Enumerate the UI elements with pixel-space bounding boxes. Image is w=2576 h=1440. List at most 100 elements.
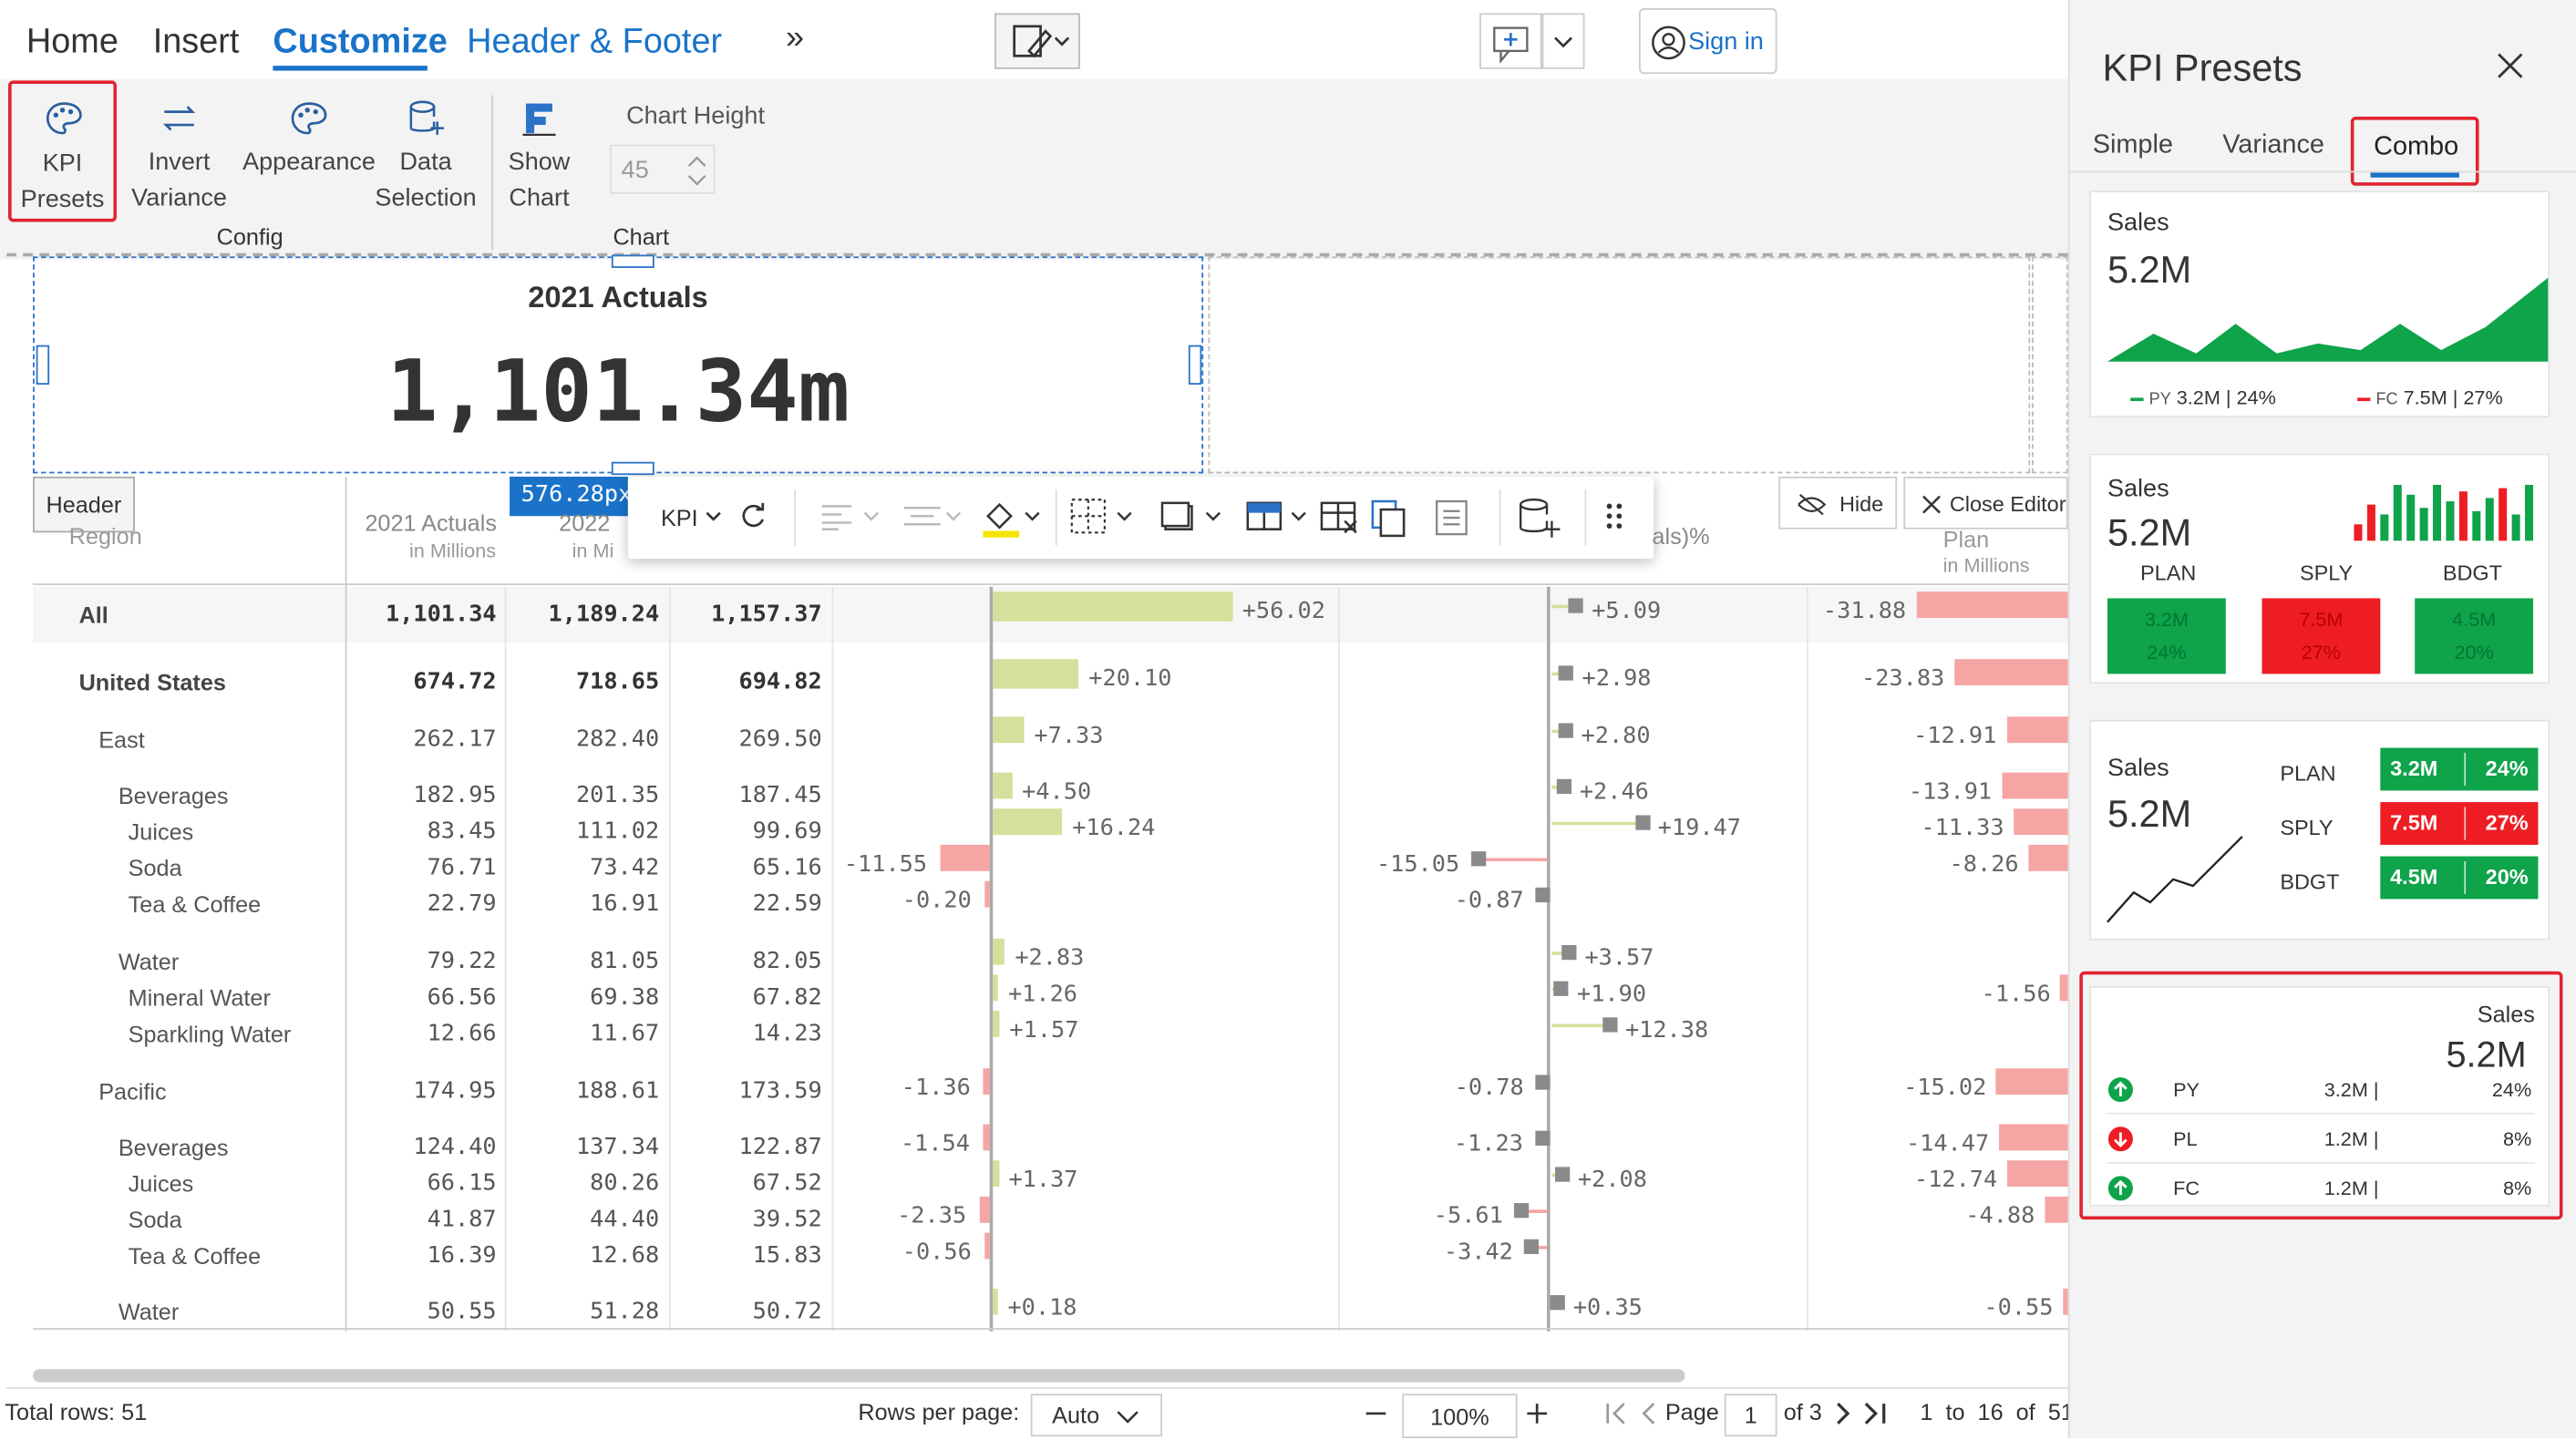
sign-in-button[interactable]: Sign in <box>1638 8 1777 75</box>
resize-handle-top[interactable] <box>611 254 654 268</box>
plan-bar-negative <box>2028 844 2068 871</box>
pct-pin-head <box>1535 1075 1551 1090</box>
plan-label: -0.55 <box>1984 1295 2054 1322</box>
panel-tab-simple[interactable]: Simple <box>2093 131 2173 160</box>
variance-label: -2.35 <box>897 1203 967 1229</box>
tab-customize[interactable]: Customize <box>273 23 447 62</box>
kpi-header-card[interactable]: 2021 Actuals 1,101.34m <box>33 256 1204 474</box>
combo-tab-underline <box>2370 172 2459 178</box>
plan-bar-negative <box>2045 1196 2068 1223</box>
preset-card-line-badges[interactable]: Sales 5.2M PLAN 3.2M 24% SPLY 7.5M 27% BDGT 4.5… <box>2089 719 2550 941</box>
variance-bar-positive <box>993 591 1232 622</box>
borders-icon[interactable] <box>1068 497 1138 540</box>
cell-2022: 80.26 <box>590 1170 660 1197</box>
first-prev-page-icon[interactable] <box>1604 1400 1660 1426</box>
more-tabs-icon[interactable]: » <box>786 20 804 57</box>
show-chart-button[interactable]: Show Chart <box>493 98 585 217</box>
sales-column-chart <box>2354 485 2534 541</box>
drag-handle-icon[interactable] <box>1602 499 1628 536</box>
preset-card-table[interactable]: Sales 5.2M PY 3.2M | 24% PL 1.2M | 8% FC 1.2M |… <box>2089 986 2550 1207</box>
plan-bar-negative <box>2001 772 2068 799</box>
sign-in-label: Sign in <box>1688 27 1764 57</box>
shadow-box-icon[interactable] <box>1158 497 1227 540</box>
cell-plan: 694.82 <box>738 668 822 695</box>
table-layout-icon[interactable] <box>1242 497 1312 540</box>
next-last-page-icon[interactable] <box>1833 1400 1889 1426</box>
show-chart-label-2: Chart <box>509 183 570 212</box>
variance-label: +4.50 <box>1022 778 1092 806</box>
preset-card-area[interactable]: Sales 5.2M PY 3.2M | 24% FC 7.5M | 27% <box>2089 190 2550 418</box>
pct-label: +1.90 <box>1577 981 1647 1008</box>
stepper-icon[interactable] <box>684 151 710 190</box>
cell-2021-actuals: 124.40 <box>413 1134 497 1161</box>
cell-2022: 201.35 <box>575 782 660 809</box>
invert-variance-button[interactable]: Invert Variance <box>129 98 231 217</box>
resize-handle-left[interactable] <box>36 345 50 385</box>
cell-2022: 44.40 <box>590 1206 660 1233</box>
col-divider <box>1337 586 1340 1332</box>
resize-handle-bottom[interactable] <box>611 461 654 476</box>
py-marker <box>2130 397 2144 401</box>
comment-dropdown[interactable] <box>1541 13 1585 69</box>
variance-bar-negative <box>940 844 990 871</box>
pct-label: -15.05 <box>1376 851 1460 879</box>
tab-insert[interactable]: Insert <box>153 23 240 62</box>
total-rows: Total rows: 51 <box>5 1398 148 1425</box>
cell-plan: 173.59 <box>738 1078 822 1105</box>
palette-icon <box>291 102 327 135</box>
tab-header-footer[interactable]: Header & Footer <box>467 23 722 62</box>
card-label: Sales <box>2477 1001 2535 1028</box>
data-selection-button[interactable]: Data Selection <box>372 98 480 217</box>
zoom-in-icon[interactable] <box>1524 1400 1551 1426</box>
arrow-down-circle-icon <box>2107 1126 2133 1152</box>
card-value: 5.2M <box>2107 510 2192 554</box>
empty-header-slot-2[interactable] <box>2032 256 2068 474</box>
pct-label: -3.42 <box>1443 1239 1513 1266</box>
fill-color-icon[interactable] <box>980 497 1046 540</box>
align-center-icon[interactable] <box>901 499 966 532</box>
variance-label: -1.54 <box>900 1130 970 1157</box>
close-icon[interactable] <box>2494 49 2527 82</box>
copy-icon[interactable] <box>1367 497 1410 540</box>
close-editor-button[interactable]: Close Editor <box>1903 476 2068 530</box>
align-left-icon[interactable] <box>819 499 884 532</box>
user-icon <box>1652 26 1685 60</box>
hide-button[interactable]: Hide <box>1778 476 1898 530</box>
pct-label: -0.78 <box>1454 1075 1524 1102</box>
kpi-dropdown-label[interactable]: KPI <box>661 505 698 531</box>
zoom-out-icon[interactable] <box>1363 1400 1389 1426</box>
chart-height-input[interactable]: 45 <box>610 144 716 194</box>
table-row-label: Water <box>118 1298 180 1325</box>
tab-home[interactable]: Home <box>26 23 118 62</box>
pct-pin-head <box>1524 1239 1540 1254</box>
chevron-down-icon[interactable] <box>704 506 724 526</box>
cell-2021-actuals: 674.72 <box>413 668 497 695</box>
edit-mode-button[interactable] <box>994 13 1080 69</box>
empty-header-slot[interactable] <box>1208 256 2031 474</box>
active-tab-underline <box>273 66 428 71</box>
preset-card-column-tiles[interactable]: Sales 5.2M PLAN SPLY BDGT 3.2M 24% 7.5M 27… <box>2089 453 2550 684</box>
panel-tab-variance[interactable]: Variance <box>2222 131 2324 160</box>
plan-bar-negative <box>2060 974 2068 1002</box>
resize-handle-right[interactable] <box>1188 345 1202 385</box>
badge-row-label: BDGT <box>2280 869 2340 895</box>
refresh-icon[interactable] <box>737 499 769 532</box>
cell-plan: 67.52 <box>752 1170 822 1197</box>
horizontal-scrollbar[interactable] <box>33 1369 1685 1383</box>
database-add-icon[interactable] <box>1516 495 1561 540</box>
table-delete-icon[interactable] <box>1318 497 1361 540</box>
cell-2022: 69.38 <box>590 984 660 1012</box>
rows-per-page-select[interactable]: Auto <box>1030 1394 1163 1437</box>
plan-bar-negative <box>2006 716 2068 744</box>
comment-button[interactable] <box>1479 13 1542 69</box>
sales-column-bar <box>2458 491 2468 541</box>
zoom-level[interactable]: 100% <box>1402 1394 1518 1438</box>
page-input[interactable]: 1 <box>1724 1394 1777 1437</box>
notes-icon[interactable] <box>1430 497 1473 540</box>
sales-column-bar <box>2433 485 2442 541</box>
appearance-button[interactable]: Appearance <box>242 98 376 180</box>
hide-label: Hide <box>1839 491 1884 517</box>
kpi-presets-button[interactable]: KPI Presets <box>8 80 118 222</box>
panel-tab-combo[interactable]: Combo <box>2350 117 2479 186</box>
col-divider <box>1806 586 1808 1332</box>
